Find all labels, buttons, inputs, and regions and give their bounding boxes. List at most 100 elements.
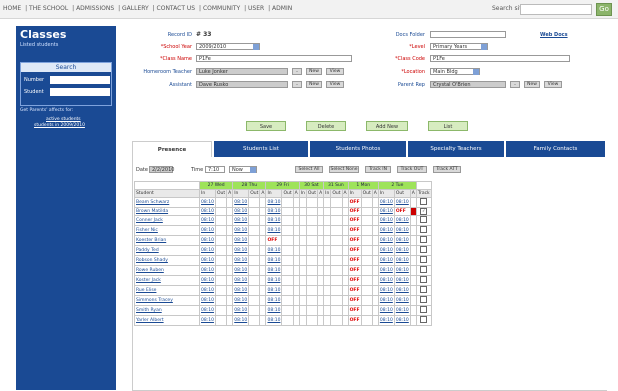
time-in-link[interactable]: 08:10 [232, 215, 250, 226]
assistant-field[interactable]: Dave Rusko [196, 81, 288, 88]
homeroom-new-button[interactable]: New [306, 68, 322, 75]
time-in-link[interactable]: 08:10 [199, 225, 216, 236]
time-out-link[interactable]: 08:10 [393, 225, 411, 236]
time-in-link[interactable]: 08:10 [232, 275, 250, 286]
time-in-link[interactable]: 08:10 [232, 315, 250, 326]
time-in-link[interactable]: 08:10 [265, 295, 283, 306]
time-in-link[interactable]: 08:10 [265, 265, 283, 276]
track-checkbox[interactable] [415, 197, 432, 208]
add-new-button[interactable]: Add New [366, 121, 408, 131]
nav-link-home[interactable]: HOME [3, 5, 21, 12]
now-select[interactable]: Now [229, 166, 257, 173]
student-name-link[interactable]: Beam Schwarz [134, 197, 200, 208]
nav-link-contact[interactable]: CONTACT US [157, 5, 196, 12]
time-out-link[interactable]: 08:10 [393, 235, 411, 246]
delete-button[interactable]: Delete [306, 121, 346, 131]
student-name-link[interactable]: Conner Jack [134, 215, 200, 226]
tab-presence[interactable]: Presence [132, 141, 212, 157]
nav-link-admin[interactable]: ADMIN [272, 5, 292, 12]
class-code-field[interactable]: P1Fe [430, 55, 570, 62]
nav-link-school[interactable]: THE SCHOOL [29, 5, 68, 12]
student-name-link[interactable]: Robson Shady [134, 255, 200, 266]
site-search-button[interactable]: Go [596, 3, 612, 16]
students-year-link[interactable]: students in 2009/2010 [34, 123, 85, 128]
track-checkbox[interactable] [415, 225, 432, 236]
time-in-link[interactable]: 08:10 [232, 305, 250, 316]
track-checkbox[interactable] [415, 285, 432, 296]
time-out-link[interactable]: 08:10 [393, 285, 411, 296]
time-in-link[interactable]: 08:10 [377, 315, 395, 326]
nav-link-gallery[interactable]: GALLERY [122, 5, 149, 12]
time-in-link[interactable]: 08:10 [265, 285, 283, 296]
time-in-link[interactable]: 08:10 [232, 235, 250, 246]
time-in-link[interactable]: 08:10 [265, 305, 283, 316]
sidebar-search-header[interactable]: Search [21, 63, 111, 72]
time-out-link[interactable]: 08:10 [393, 295, 411, 306]
time-in-link[interactable]: 08:10 [232, 245, 250, 256]
time-in-link[interactable]: 08:10 [232, 225, 250, 236]
level-select[interactable]: Primary Years [430, 43, 488, 50]
time-in-link[interactable]: 08:10 [377, 295, 395, 306]
student-input[interactable] [50, 88, 110, 96]
nav-link-admissions[interactable]: ADMISSIONS [76, 5, 114, 12]
assistant-new-button[interactable]: New [306, 81, 322, 88]
time-out-link[interactable]: 08:10 [393, 275, 411, 286]
parent-rep-view-button[interactable]: View [544, 81, 562, 88]
time-in-link[interactable]: 08:10 [232, 285, 250, 296]
student-name-link[interactable]: Smith Ryan [134, 305, 200, 316]
time-in-link[interactable]: 08:10 [199, 315, 216, 326]
time-in-link[interactable]: 08:10 [199, 215, 216, 226]
time-out-link[interactable]: 08:10 [393, 245, 411, 256]
parent-rep-new-button[interactable]: New [524, 81, 540, 88]
time-in-link[interactable]: 08:10 [377, 207, 395, 216]
time-in-link[interactable]: 08:10 [232, 207, 250, 216]
time-in-link[interactable]: 08:10 [377, 245, 395, 256]
time-out-link[interactable]: 08:10 [393, 265, 411, 276]
time-in-link[interactable]: 08:10 [377, 215, 395, 226]
docs-folder-field[interactable] [430, 31, 506, 38]
track-checkbox[interactable] [415, 255, 432, 266]
time-in-link[interactable]: 08:10 [265, 315, 283, 326]
select-all-button[interactable]: Select All [295, 166, 323, 173]
nav-link-community[interactable]: COMMUNITY [203, 5, 240, 12]
homeroom-view-button[interactable]: View [326, 68, 344, 75]
time-in-link[interactable]: 08:10 [199, 245, 216, 256]
class-name-field[interactable]: P1Fe [196, 55, 352, 62]
list-button[interactable]: List [428, 121, 468, 131]
time-in-link[interactable]: 08:10 [377, 197, 395, 208]
time-in-link[interactable]: 08:10 [377, 305, 395, 316]
assistant-view-button[interactable]: View [326, 81, 344, 88]
time-in-link[interactable]: 08:10 [377, 275, 395, 286]
time-in-link[interactable]: 08:10 [199, 255, 216, 266]
date-field[interactable]: 2/2/2010 [149, 166, 174, 173]
track-checkbox[interactable] [415, 315, 432, 326]
track-checkbox[interactable] [415, 295, 432, 306]
time-in-link[interactable]: 08:10 [199, 207, 216, 216]
time-in-link[interactable]: 08:10 [232, 295, 250, 306]
time-in-link[interactable]: 08:10 [199, 197, 216, 208]
track-in-button[interactable]: Track IN [365, 166, 391, 173]
time-out-link[interactable]: 08:10 [393, 315, 411, 326]
nav-link-user[interactable]: USER [248, 5, 264, 12]
time-out-link[interactable]: 08:10 [393, 215, 411, 226]
track-out-button[interactable]: Track OUT [397, 166, 427, 173]
student-name-link[interactable]: Koester Brian [134, 235, 200, 246]
time-field[interactable]: 7:10 [205, 166, 225, 173]
parent-rep-lookup-button[interactable]: .. [510, 81, 520, 88]
save-button[interactable]: Save [246, 121, 286, 131]
time-in-link[interactable]: 08:10 [265, 255, 283, 266]
time-in-link[interactable]: 08:10 [199, 285, 216, 296]
time-in-link[interactable]: 08:10 [199, 295, 216, 306]
time-in-link[interactable]: 08:10 [377, 255, 395, 266]
student-name-link[interactable]: Rue Elise [134, 285, 200, 296]
student-name-link[interactable]: Rowe Ruben [134, 265, 200, 276]
tab-family-contacts[interactable]: Family Contacts [506, 141, 605, 157]
assistant-lookup-button[interactable]: .. [292, 81, 302, 88]
track-checkbox[interactable] [415, 305, 432, 316]
time-in-link[interactable]: 08:10 [265, 215, 283, 226]
time-in-link[interactable]: 08:10 [265, 275, 283, 286]
time-in-link[interactable]: 08:10 [377, 285, 395, 296]
student-name-link[interactable]: Brown Matilda [134, 207, 200, 216]
time-out-link[interactable]: 08:10 [393, 197, 411, 208]
location-select[interactable]: Main Bldg [430, 68, 480, 75]
